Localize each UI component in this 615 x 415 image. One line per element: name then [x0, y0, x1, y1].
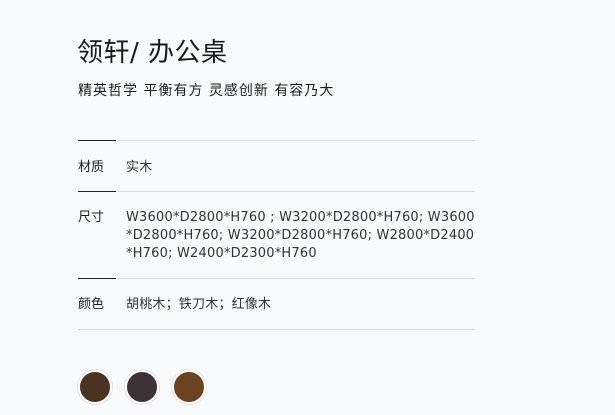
- spec-row-color: 颜色 胡桃木；铁刀木；红像木: [78, 278, 475, 329]
- spec-value-material: 实木: [126, 160, 153, 175]
- spec-label-color: 颜色: [78, 297, 105, 312]
- spec-label-material: 材质: [78, 160, 105, 175]
- swatch-walnut[interactable]: [78, 370, 112, 404]
- product-tagline: 精英哲学 平衡有方 灵感创新 有容乃大: [78, 83, 335, 99]
- spec-value-size: W3600*D2800*H760 ; W3200*D2800*H760; W36…: [126, 210, 475, 261]
- spec-row-material: 材质 实木: [78, 140, 475, 191]
- spec-label-size: 尺寸: [78, 210, 105, 225]
- spec-value-color: 胡桃木；铁刀木；红像木: [126, 297, 272, 312]
- spec-row-size: 尺寸 W3600*D2800*H760 ; W3200*D2800*H760; …: [78, 191, 475, 278]
- swatch-ironwood[interactable]: [125, 370, 159, 404]
- product-detail-page: 领轩/ 办公桌 精英哲学 平衡有方 灵感创新 有容乃大 材质 实木 尺寸 W36…: [0, 0, 615, 415]
- spec-table-bottom-divider: [78, 329, 475, 330]
- product-title: 领轩/ 办公桌: [77, 38, 228, 68]
- spec-table: 材质 实木 尺寸 W3600*D2800*H760 ; W3200*D2800*…: [78, 140, 475, 330]
- swatch-redwood[interactable]: [172, 370, 206, 404]
- color-swatch-group: [78, 370, 206, 404]
